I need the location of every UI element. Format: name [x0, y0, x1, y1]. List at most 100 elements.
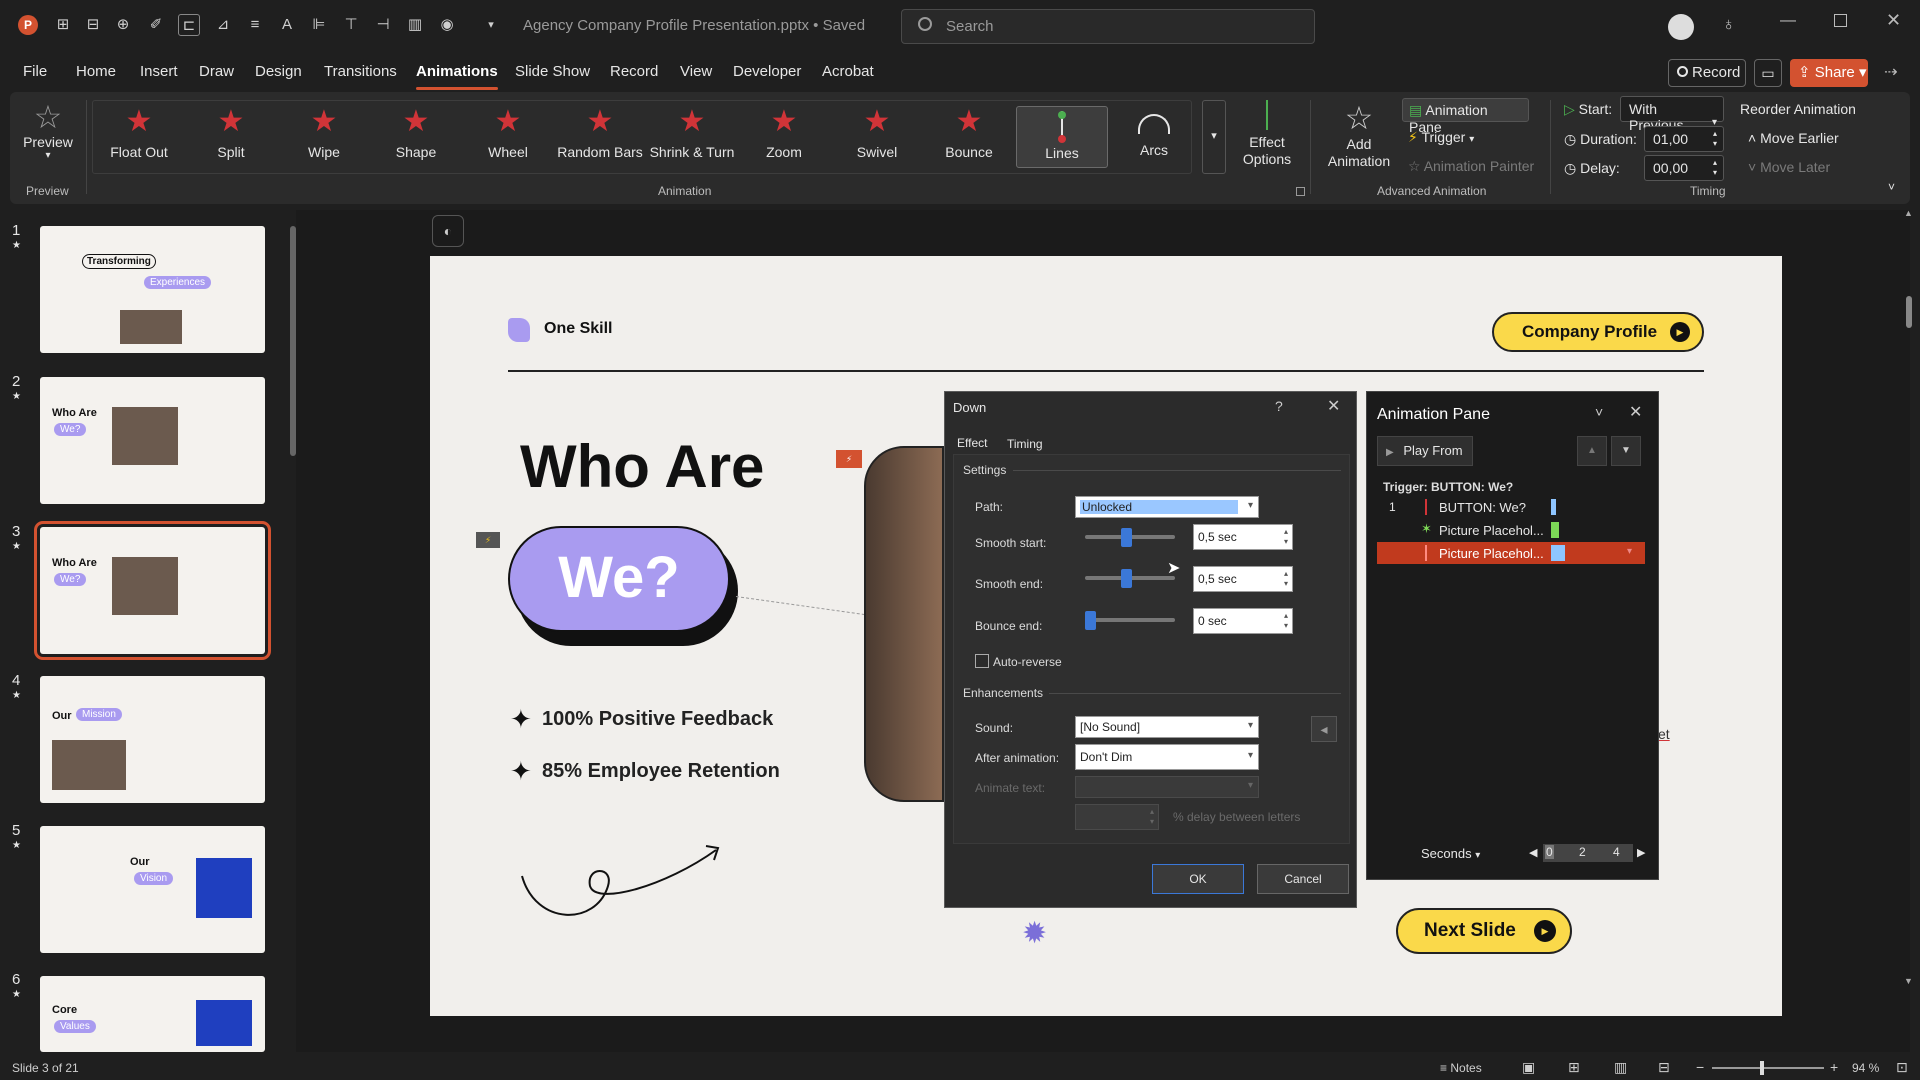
qat-icon-1[interactable]: ⊞	[52, 14, 74, 36]
dialog-close-icon[interactable]: ✕	[1327, 396, 1340, 416]
move-up-button[interactable]: ▲	[1577, 436, 1607, 466]
dialog-launcher-icon[interactable]	[1296, 187, 1305, 196]
zoom-in-icon[interactable]: +	[1830, 1059, 1838, 1075]
qat-more-icon[interactable]: ▾	[480, 14, 502, 36]
gallery-wipe[interactable]: ★ Wipe	[278, 106, 370, 168]
item-dropdown-icon[interactable]: ▾	[1627, 546, 1632, 557]
editor-scrollbar[interactable]	[1906, 296, 1912, 328]
animation-list-item-selected[interactable]: Picture Placehol... ▾	[1377, 542, 1645, 564]
gallery-split[interactable]: ★ Split	[185, 106, 277, 168]
smooth-end-slider[interactable]	[1121, 569, 1132, 588]
move-down-button[interactable]: ▼	[1611, 436, 1641, 466]
bounce-end-slider[interactable]	[1085, 611, 1096, 630]
qat-icon-6[interactable]: ⊿	[212, 14, 234, 36]
speaker-icon[interactable]: ◂	[1311, 716, 1337, 742]
preview-button[interactable]: ☆ Preview ▾	[22, 100, 74, 174]
notes-button[interactable]: ≡ Notes	[1440, 1061, 1482, 1075]
slide-thumbnail-1[interactable]: Transforming Experiences	[40, 226, 265, 353]
zoom-slider[interactable]	[1712, 1067, 1824, 1069]
gallery-wheel[interactable]: ★ Wheel	[462, 106, 554, 168]
qat-icon-4[interactable]: ✐	[145, 14, 167, 36]
play-from-button[interactable]: ▶ Play From	[1377, 436, 1473, 466]
effect-options-button[interactable]: Effect Options	[1234, 100, 1300, 176]
pane-close-icon[interactable]: ✕	[1629, 402, 1642, 422]
ribbon-collapse-icon[interactable]: ˅	[1888, 180, 1895, 194]
zoom-out-icon[interactable]: −	[1696, 1059, 1704, 1075]
company-profile-button[interactable]: Company Profile ▶	[1492, 312, 1704, 352]
smooth-end-input[interactable]: 0,5 sec ▴ ▾	[1193, 566, 1293, 592]
gallery-random-bars[interactable]: ★ Random Bars	[554, 106, 646, 168]
qat-icon-2[interactable]: ⊟	[82, 14, 104, 36]
animation-painter-button[interactable]: ☆ Animation Painter	[1408, 158, 1534, 175]
menu-animations[interactable]: Animations	[416, 63, 498, 90]
slide-thumbnail-2[interactable]: Who Are We?	[40, 377, 265, 504]
tab-effect[interactable]: Effect	[957, 436, 987, 450]
lightbulb-icon[interactable]: ♁	[1722, 14, 1736, 35]
cancel-button[interactable]: Cancel	[1257, 864, 1349, 894]
reading-view-icon[interactable]: ▥	[1614, 1059, 1627, 1076]
pane-collapse-icon[interactable]: ˅	[1595, 404, 1603, 420]
add-animation-button[interactable]: ☆ Add Animation	[1318, 100, 1400, 176]
menu-insert[interactable]: Insert	[140, 63, 178, 80]
qat-icon-12[interactable]: ▥	[404, 14, 426, 36]
menu-design[interactable]: Design	[255, 63, 302, 80]
letter-delay-input[interactable]: ▴ ▾	[1075, 804, 1159, 830]
seconds-dropdown[interactable]: Seconds ▾	[1421, 846, 1480, 861]
scroll-down-icon[interactable]: ▼	[1904, 976, 1913, 986]
timeline-left-arrow[interactable]: ◀	[1529, 846, 1537, 859]
qat-icon-13[interactable]: ◉	[436, 14, 458, 36]
start-select[interactable]: With Previous ▾	[1620, 96, 1724, 133]
qat-icon-8[interactable]: A	[276, 14, 298, 36]
scroll-up-icon[interactable]: ▲	[1904, 208, 1913, 218]
document-title[interactable]: Agency Company Profile Presentation.pptx…	[523, 17, 865, 34]
qat-icon-5[interactable]: ⊏	[178, 14, 200, 36]
gallery-shape[interactable]: ★ Shape	[370, 106, 462, 168]
user-avatar[interactable]	[1668, 14, 1694, 40]
we-pill-button[interactable]: We?	[508, 526, 730, 632]
gallery-swivel[interactable]: ★ Swivel	[831, 106, 923, 168]
close-icon[interactable]: ✕	[1886, 10, 1901, 31]
move-earlier-button[interactable]: ˄ Move Earlier	[1748, 130, 1839, 146]
share-button[interactable]: ⇪ Share ▾	[1790, 59, 1868, 87]
ok-button[interactable]: OK	[1152, 864, 1244, 894]
bounce-end-input[interactable]: 0 sec ▴ ▾	[1193, 608, 1293, 634]
menu-slide-show[interactable]: Slide Show	[515, 63, 590, 80]
gallery-shrink-turn[interactable]: ★ Shrink & Turn	[646, 106, 738, 168]
timeline-right-arrow[interactable]: ▶	[1637, 846, 1645, 859]
menu-developer[interactable]: Developer	[733, 63, 801, 80]
slide-thumbnail-4[interactable]: Our Mission	[40, 676, 265, 803]
auto-reverse-label[interactable]: Auto-reverse	[993, 655, 1062, 669]
sound-select[interactable]: [No Sound] ▾	[1075, 716, 1259, 738]
qat-icon-10[interactable]: ⊤	[340, 14, 362, 36]
record-button[interactable]: Record	[1668, 59, 1746, 87]
slide-sorter-icon[interactable]: ⊞	[1568, 1059, 1580, 1076]
menu-record[interactable]: Record	[610, 63, 658, 80]
qat-icon-9[interactable]: ⊫	[308, 14, 330, 36]
bounce-end-track[interactable]	[1085, 618, 1175, 622]
next-slide-button[interactable]: Next Slide ▶	[1396, 908, 1572, 954]
slide-thumbnail-6[interactable]: Core Values	[40, 976, 265, 1052]
menu-transitions[interactable]: Transitions	[324, 63, 397, 80]
gallery-more-button[interactable]: ▾	[1202, 100, 1226, 174]
smooth-start-slider[interactable]	[1121, 528, 1132, 547]
after-animation-select[interactable]: Don't Dim ▾	[1075, 744, 1259, 770]
animate-text-select[interactable]: ▾	[1075, 776, 1259, 798]
qat-icon-3[interactable]: ⊕	[112, 14, 134, 36]
move-later-button[interactable]: ˅ Move Later	[1748, 159, 1830, 175]
minimize-icon[interactable]: —	[1780, 12, 1796, 30]
slide-thumbnail-5[interactable]: Our Vision	[40, 826, 265, 953]
tab-timing[interactable]: Timing	[1007, 437, 1043, 451]
zoom-slider-thumb[interactable]	[1760, 1061, 1764, 1075]
trigger-button[interactable]: ⚡ Trigger ▾	[1408, 129, 1474, 146]
restore-icon[interactable]	[1834, 14, 1847, 27]
smooth-start-input[interactable]: 0,5 sec ▴ ▾	[1193, 524, 1293, 550]
gallery-float-out[interactable]: ★ Float Out	[93, 106, 185, 168]
animation-list-item[interactable]: 1 BUTTON: We?	[1377, 496, 1645, 518]
menu-draw[interactable]: Draw	[199, 63, 234, 80]
qat-icon-7[interactable]: ≡	[244, 14, 266, 36]
menu-acrobat[interactable]: Acrobat	[822, 63, 874, 80]
dialog-help-button[interactable]: ?	[1275, 398, 1283, 414]
qat-icon-11[interactable]: ⊣	[372, 14, 394, 36]
gallery-lines[interactable]: Lines	[1016, 106, 1108, 168]
zoom-level[interactable]: 94 %	[1852, 1061, 1879, 1075]
